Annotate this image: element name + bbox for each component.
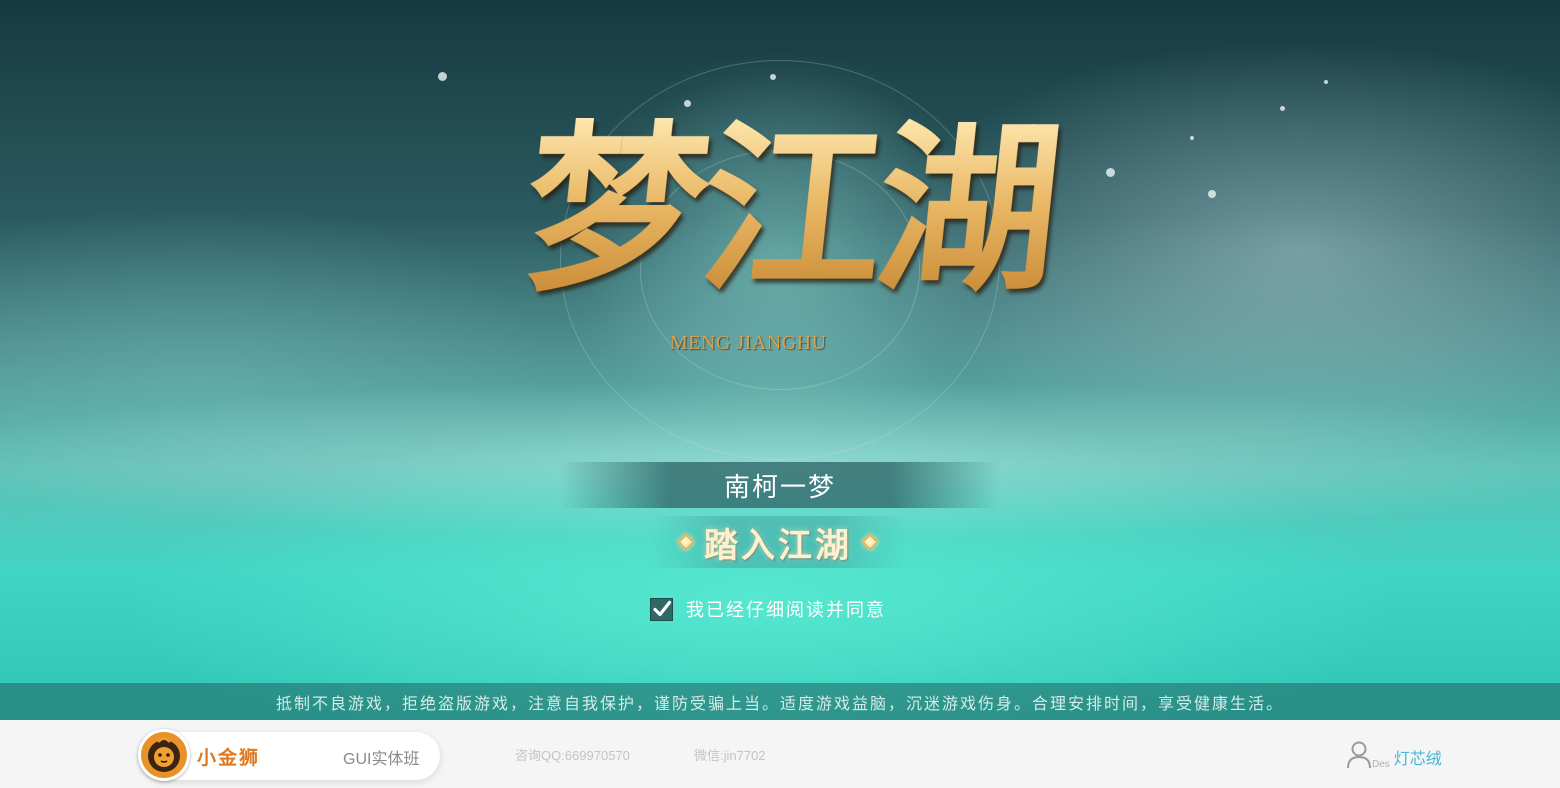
contact-qq: 咨询QQ:669970570 — [515, 748, 630, 763]
lion-logo-icon — [138, 729, 190, 781]
health-notice-text: 抵制不良游戏，拒绝盗版游戏，注意自我保护，谨防受骗上当。适度游戏益脑，沉迷游戏伤… — [275, 693, 1284, 713]
health-notice-bar: 抵制不良游戏，拒绝盗版游戏，注意自我保护，谨防受骗上当。适度游戏益脑，沉迷游戏伤… — [0, 683, 1560, 720]
light-particle — [1280, 106, 1285, 111]
server-name: 南柯一梦 — [723, 472, 836, 503]
designer-credit: Des 灯芯绒 — [1346, 734, 1442, 770]
designer-name: 灯芯绒 — [1393, 751, 1442, 768]
logo-subtitle: MENG JIANGHU — [670, 332, 827, 354]
light-particle — [438, 72, 447, 81]
light-particle — [1190, 136, 1194, 140]
agreement-row: 我已经仔细阅读并同意 — [650, 596, 886, 622]
user-icon — [1347, 741, 1371, 769]
light-particle — [1208, 190, 1216, 198]
light-particle — [770, 74, 776, 80]
game-logo: 梦江湖 MENG JIANGHU — [510, 102, 1070, 398]
server-selector[interactable]: 南柯一梦 — [560, 462, 1000, 508]
agreement-checkbox[interactable] — [650, 597, 673, 621]
enter-game-button[interactable]: 踏入江湖 — [650, 516, 906, 568]
light-particle — [1106, 168, 1115, 177]
des-tag: Des — [1372, 759, 1390, 770]
brand-pill[interactable]: 小金狮 GUI实体班 — [138, 729, 440, 781]
footer-bar: 小金狮 GUI实体班 咨询QQ:669970570 微信:jin7702 Des… — [0, 720, 1560, 788]
light-particle — [1324, 80, 1328, 84]
diamond-icon — [861, 533, 879, 551]
brand-course: GUI实体班 — [343, 751, 420, 768]
agreement-link[interactable]: 我已经仔细阅读并同意 — [686, 596, 886, 622]
diamond-icon — [677, 533, 695, 551]
logo-title: 梦江湖 — [514, 102, 1066, 316]
brand-name: 小金狮 — [197, 748, 261, 769]
game-background: 梦江湖 MENG JIANGHU 南柯一梦 踏入江湖 我已经仔细阅读并同意 — [0, 0, 1560, 720]
contact-wechat: 微信:jin7702 — [694, 748, 766, 763]
enter-game-label: 踏入江湖 — [704, 525, 852, 566]
checkmark-icon — [652, 600, 671, 617]
